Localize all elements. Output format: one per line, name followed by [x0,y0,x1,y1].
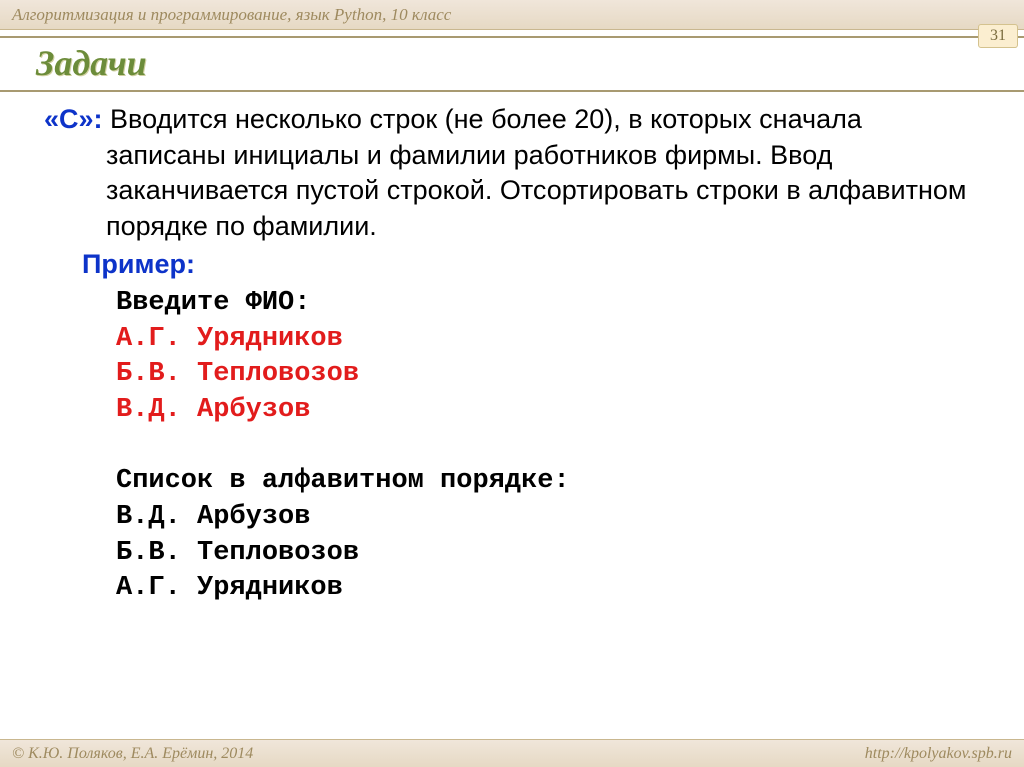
breadcrumb: Алгоритмизация и программирование, язык … [12,5,451,25]
example-label: Пример: [44,247,980,283]
example-label-text: Пример: [82,249,195,279]
content: «C»: Вводится несколько строк (не более … [0,92,1024,607]
code-output-line: А.Г. Урядников [116,573,343,603]
page-title: Задачи [36,42,988,84]
page-number-badge: 31 [978,24,1018,48]
title-bar: Задачи [0,36,1024,92]
page-number: 31 [990,27,1006,45]
task-prefix: «C»: [44,104,103,134]
code-input-line: Б.В. Тепловозов [116,359,359,389]
code-output-line: Б.В. Тепловозов [116,538,359,568]
footer-bar: © К.Ю. Поляков, Е.А. Ерёмин, 2014 http:/… [0,739,1024,767]
code-output-line: В.Д. Арбузов [116,502,310,532]
code-block: Введите ФИО: А.Г. Урядников Б.В. Теплово… [44,286,980,607]
header-bar: Алгоритмизация и программирование, язык … [0,0,1024,30]
footer-url: http://kpolyakov.spb.ru [865,745,1012,763]
code-output-header: Список в алфавитном порядке: [116,466,570,496]
code-input-line: В.Д. Арбузов [116,395,310,425]
footer-copyright: © К.Ю. Поляков, Е.А. Ерёмин, 2014 [12,745,253,763]
code-prompt: Введите ФИО: [116,288,310,318]
code-input-line: А.Г. Урядников [116,324,343,354]
task-text: Вводится несколько строк (не более 20), … [103,104,967,241]
task-paragraph: «C»: Вводится несколько строк (не более … [44,102,980,245]
